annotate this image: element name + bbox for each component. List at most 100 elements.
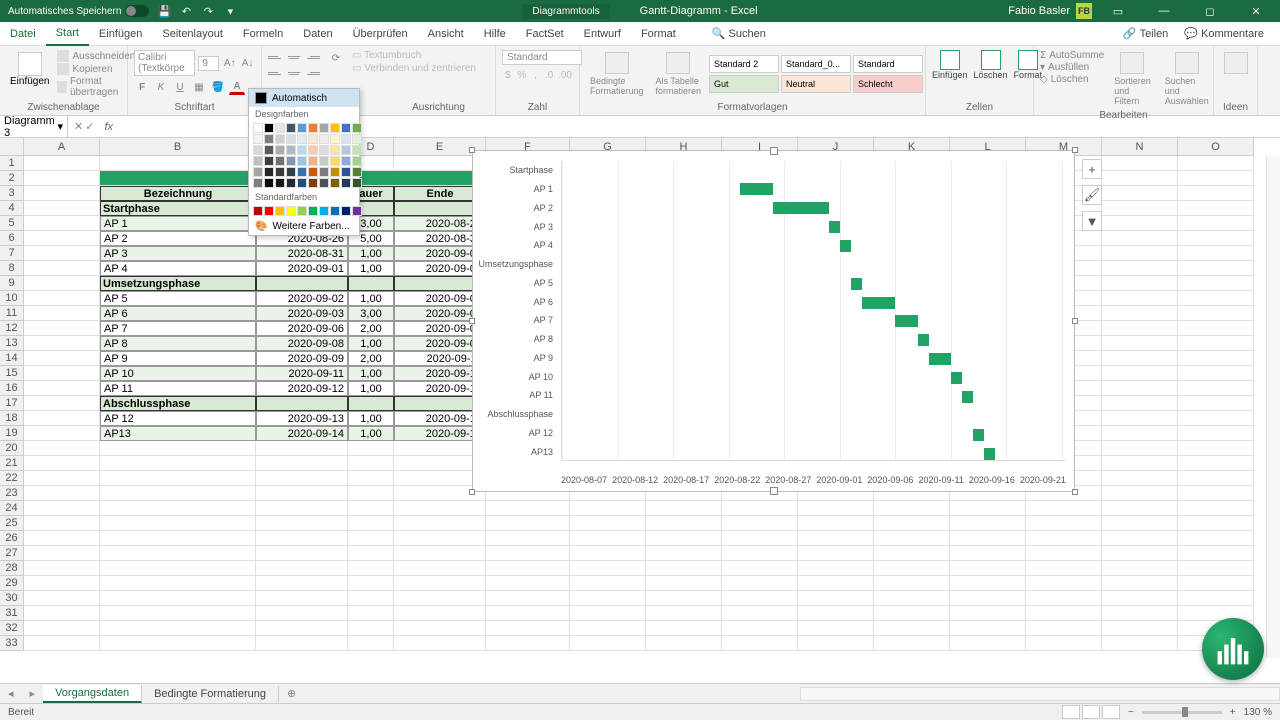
cell[interactable] bbox=[1102, 171, 1178, 186]
cell[interactable] bbox=[256, 606, 348, 621]
cell[interactable]: AP 2 bbox=[100, 231, 256, 246]
cell[interactable] bbox=[1026, 636, 1102, 651]
row-header[interactable]: 16 bbox=[0, 381, 24, 396]
style-standard[interactable]: Standard bbox=[853, 55, 923, 73]
conditional-formatting-button[interactable]: Bedingte Formatierung bbox=[586, 50, 648, 98]
gantt-bar[interactable] bbox=[862, 297, 895, 309]
cell[interactable] bbox=[100, 441, 256, 456]
gantt-bar[interactable] bbox=[895, 315, 917, 327]
cell[interactable] bbox=[24, 636, 100, 651]
ribbon-options-icon[interactable]: ▭ bbox=[1098, 0, 1138, 22]
row-header[interactable]: 33 bbox=[0, 636, 24, 651]
cell[interactable] bbox=[24, 231, 100, 246]
undo-icon[interactable]: ↶ bbox=[179, 4, 193, 18]
cell[interactable]: 2020-09-13 bbox=[256, 411, 348, 426]
cell[interactable] bbox=[1102, 201, 1178, 216]
color-swatch[interactable] bbox=[286, 178, 296, 188]
color-swatch[interactable] bbox=[352, 156, 362, 166]
color-swatch[interactable] bbox=[297, 134, 307, 144]
cell[interactable] bbox=[1102, 336, 1178, 351]
cell[interactable] bbox=[646, 591, 722, 606]
cell[interactable]: 1,00 bbox=[348, 366, 394, 381]
color-swatch[interactable] bbox=[308, 123, 318, 133]
color-swatch[interactable] bbox=[352, 178, 362, 188]
cell[interactable] bbox=[486, 561, 570, 576]
color-swatch[interactable] bbox=[341, 156, 351, 166]
cell[interactable] bbox=[256, 276, 348, 291]
percent-icon[interactable]: % bbox=[516, 67, 528, 83]
floating-logo[interactable] bbox=[1202, 618, 1264, 680]
cell[interactable] bbox=[394, 606, 486, 621]
cell[interactable] bbox=[100, 471, 256, 486]
cell[interactable] bbox=[24, 306, 100, 321]
gantt-bar[interactable] bbox=[984, 448, 995, 460]
color-swatch[interactable] bbox=[341, 178, 351, 188]
color-swatch[interactable] bbox=[297, 156, 307, 166]
color-swatch[interactable] bbox=[308, 167, 318, 177]
cell[interactable]: 1,00 bbox=[348, 411, 394, 426]
save-icon[interactable]: 💾 bbox=[157, 4, 171, 18]
cell[interactable] bbox=[24, 621, 100, 636]
normal-view-button[interactable] bbox=[1062, 705, 1080, 719]
cell[interactable] bbox=[1102, 516, 1178, 531]
cell[interactable] bbox=[100, 636, 256, 651]
style-standard0[interactable]: Standard_0... bbox=[781, 55, 851, 73]
row-header[interactable]: 22 bbox=[0, 471, 24, 486]
cell[interactable] bbox=[1178, 561, 1254, 576]
cell[interactable] bbox=[1178, 486, 1254, 501]
border-button[interactable]: ▦ bbox=[191, 79, 207, 95]
cell[interactable] bbox=[100, 516, 256, 531]
cell[interactable] bbox=[1102, 276, 1178, 291]
color-swatch[interactable] bbox=[330, 167, 340, 177]
cell[interactable] bbox=[722, 621, 798, 636]
cell[interactable]: 1,00 bbox=[348, 336, 394, 351]
cell[interactable]: AP 9 bbox=[100, 351, 256, 366]
cell[interactable] bbox=[1102, 591, 1178, 606]
design-colors-grid[interactable] bbox=[249, 121, 359, 190]
cell[interactable] bbox=[950, 501, 1026, 516]
cell[interactable] bbox=[24, 501, 100, 516]
cell[interactable]: AP 1 bbox=[100, 216, 256, 231]
cell[interactable] bbox=[24, 216, 100, 231]
column-header[interactable]: O bbox=[1178, 138, 1254, 156]
color-swatch[interactable] bbox=[308, 156, 318, 166]
resize-handle[interactable] bbox=[469, 318, 475, 324]
zoom-slider[interactable] bbox=[1142, 711, 1222, 714]
cell[interactable] bbox=[394, 501, 486, 516]
gantt-bar[interactable] bbox=[962, 391, 973, 403]
color-swatch[interactable] bbox=[341, 167, 351, 177]
cell[interactable]: AP 6 bbox=[100, 306, 256, 321]
cell[interactable] bbox=[256, 531, 348, 546]
cell[interactable]: 2020-08-31 bbox=[256, 246, 348, 261]
tab-einfuegen[interactable]: Einfügen bbox=[89, 22, 152, 46]
color-swatch[interactable] bbox=[275, 123, 285, 133]
chart-elements-button[interactable]: + bbox=[1082, 159, 1102, 179]
copy-button[interactable]: Kopieren bbox=[57, 63, 135, 75]
cell[interactable] bbox=[950, 606, 1026, 621]
row-header[interactable]: 19 bbox=[0, 426, 24, 441]
clear-button[interactable]: ◇Löschen bbox=[1040, 74, 1104, 85]
color-swatch[interactable] bbox=[330, 178, 340, 188]
cell[interactable]: 2020-09-02 bbox=[256, 291, 348, 306]
ideas-button[interactable] bbox=[1220, 50, 1251, 78]
cell[interactable]: AP 10 bbox=[100, 366, 256, 381]
cell[interactable] bbox=[394, 561, 486, 576]
zoom-in-button[interactable]: + bbox=[1230, 707, 1236, 718]
cell[interactable] bbox=[348, 441, 394, 456]
cell[interactable] bbox=[24, 606, 100, 621]
insert-cells-button[interactable]: Einfügen bbox=[932, 50, 968, 80]
cell[interactable] bbox=[256, 561, 348, 576]
row-header[interactable]: 5 bbox=[0, 216, 24, 231]
sheet-nav-prev[interactable]: ◂ bbox=[0, 687, 22, 700]
cell[interactable] bbox=[1102, 186, 1178, 201]
cell[interactable] bbox=[798, 621, 874, 636]
row-header[interactable]: 3 bbox=[0, 186, 24, 201]
cell[interactable]: AP 12 bbox=[100, 411, 256, 426]
color-swatch[interactable] bbox=[253, 206, 263, 216]
cell[interactable]: AP 3 bbox=[100, 246, 256, 261]
cell[interactable] bbox=[722, 501, 798, 516]
cell[interactable] bbox=[100, 456, 256, 471]
cell[interactable] bbox=[348, 591, 394, 606]
cell[interactable] bbox=[486, 531, 570, 546]
cell[interactable] bbox=[24, 531, 100, 546]
